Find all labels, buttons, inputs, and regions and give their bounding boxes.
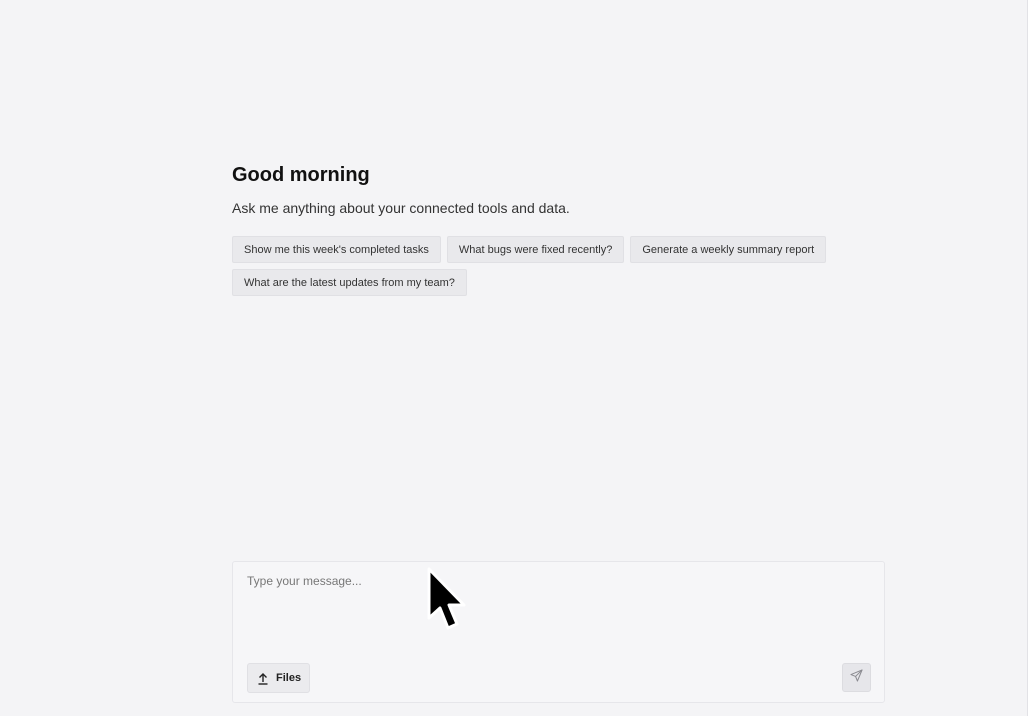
message-input[interactable]	[247, 574, 867, 654]
upload-icon	[256, 671, 270, 685]
suggestion-chip-team-updates[interactable]: What are the latest updates from my team…	[232, 269, 467, 296]
files-button-label: Files	[276, 672, 302, 684]
suggestion-chip-weekly-report[interactable]: Generate a weekly summary report	[630, 236, 827, 263]
greeting-title: Good morning	[232, 164, 370, 186]
greeting-subtitle: Ask me anything about your connected too…	[232, 200, 570, 216]
suggestion-chip-completed-tasks[interactable]: Show me this week's completed tasks	[232, 236, 441, 263]
files-button[interactable]: Files	[247, 663, 311, 693]
greeting-section: Good morning Ask me anything about your …	[232, 160, 872, 296]
suggestion-list: Show me this week's completed tasks What…	[232, 236, 872, 296]
send-icon	[850, 668, 863, 687]
send-button[interactable]	[842, 663, 871, 692]
suggestion-chip-bugs-fixed[interactable]: What bugs were fixed recently?	[446, 236, 625, 263]
message-composer: Files	[232, 561, 885, 703]
chat-app: Good morning Ask me anything about your …	[0, 0, 1028, 716]
